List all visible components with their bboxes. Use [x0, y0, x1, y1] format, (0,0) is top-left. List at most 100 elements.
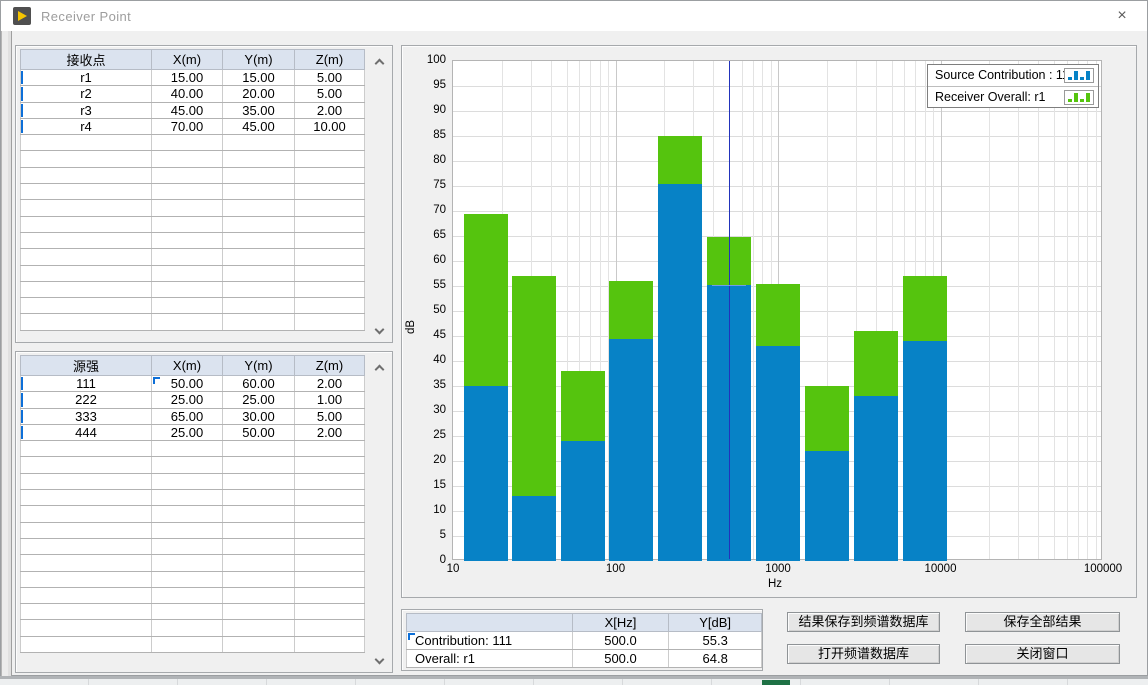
table-cell[interactable] [21, 184, 152, 200]
table-cell[interactable] [152, 571, 223, 587]
table-cell[interactable] [21, 490, 152, 506]
save-all-results-button[interactable]: 保存全部结果 [965, 612, 1120, 632]
table-cell[interactable] [21, 555, 152, 571]
table-cell[interactable] [21, 571, 152, 587]
table-cell[interactable] [21, 216, 152, 232]
table-cell[interactable] [295, 457, 365, 473]
table-cell[interactable]: 20.00 [223, 86, 295, 102]
table-cell[interactable] [152, 249, 223, 265]
table-cell[interactable] [21, 232, 152, 248]
table-cell[interactable]: 5.00 [295, 86, 365, 102]
table-cell[interactable] [223, 184, 295, 200]
table-cell[interactable] [295, 571, 365, 587]
table-cell[interactable] [295, 490, 365, 506]
table-cell[interactable]: 45.00 [152, 102, 223, 118]
table-cell[interactable] [152, 490, 223, 506]
table-cell[interactable]: 55.3 [669, 632, 762, 650]
table-cell[interactable] [21, 587, 152, 603]
table-cell[interactable] [223, 457, 295, 473]
scroll-up-icon[interactable] [372, 360, 388, 376]
table-cell[interactable] [295, 184, 365, 200]
table-cell[interactable] [295, 555, 365, 571]
table-cell[interactable]: Overall: r1 [407, 650, 573, 668]
table-cell[interactable] [295, 167, 365, 183]
table-cell[interactable] [295, 265, 365, 281]
table-cell[interactable] [223, 571, 295, 587]
table-cell[interactable] [295, 298, 365, 314]
chart-plot-area[interactable]: 0510152025303540455055606570758085909510… [452, 60, 1102, 560]
table-cell[interactable]: 500.0 [572, 632, 669, 650]
table-cell[interactable] [152, 457, 223, 473]
table-cell[interactable] [223, 620, 295, 636]
table-cell[interactable] [152, 281, 223, 297]
table-cell[interactable] [152, 314, 223, 330]
table-cell[interactable]: 15.00 [152, 70, 223, 86]
table-cell[interactable] [21, 314, 152, 330]
table-cell[interactable] [21, 457, 152, 473]
table-cell[interactable]: 2.00 [295, 424, 365, 440]
scroll-down-icon[interactable] [372, 324, 388, 340]
save-to-spectrum-db-button[interactable]: 结果保存到频谱数据库 [787, 612, 940, 632]
table-cell[interactable]: 5.00 [295, 70, 365, 86]
table-cell[interactable] [223, 441, 295, 457]
table-cell[interactable] [152, 473, 223, 489]
table-cell[interactable] [223, 587, 295, 603]
table-cell[interactable]: 500.0 [572, 650, 669, 668]
legend-entry-contribution[interactable]: Source Contribution : 111 [928, 65, 1098, 86]
scroll-down-icon[interactable] [372, 654, 388, 670]
table-cell[interactable] [223, 216, 295, 232]
close-window-button[interactable]: 关闭窗口 [965, 644, 1120, 664]
table-cell[interactable] [295, 151, 365, 167]
table-cell[interactable] [152, 538, 223, 554]
table-cell[interactable] [295, 538, 365, 554]
scroll-up-icon[interactable] [372, 54, 388, 70]
table-cell[interactable] [223, 232, 295, 248]
table-cell[interactable] [295, 281, 365, 297]
table-cell[interactable] [295, 249, 365, 265]
table-cell[interactable] [21, 200, 152, 216]
table-cell[interactable]: 45.00 [223, 118, 295, 134]
table-cell[interactable] [21, 167, 152, 183]
table-cell[interactable] [152, 620, 223, 636]
table-cell[interactable] [295, 604, 365, 620]
table-cell[interactable]: 64.8 [669, 650, 762, 668]
table-cell[interactable]: r4 [21, 118, 152, 134]
table-cell[interactable]: 40.00 [152, 86, 223, 102]
table-cell[interactable] [152, 265, 223, 281]
table-cell[interactable] [152, 441, 223, 457]
table-cell[interactable] [152, 200, 223, 216]
table-cell[interactable] [152, 555, 223, 571]
table-cell[interactable]: 25.00 [223, 392, 295, 408]
table-cell[interactable] [295, 587, 365, 603]
chart-legend[interactable]: Source Contribution : 111 Receiver Overa… [927, 64, 1099, 108]
table-cell[interactable] [295, 636, 365, 652]
table-cell[interactable]: 50.00 [152, 376, 223, 392]
table-cell[interactable]: 65.00 [152, 408, 223, 424]
table-cell[interactable] [223, 298, 295, 314]
table-cell[interactable]: 10.00 [295, 118, 365, 134]
table-cell[interactable] [223, 604, 295, 620]
table-cell[interactable]: 50.00 [223, 424, 295, 440]
table-cell[interactable] [295, 314, 365, 330]
table-cell[interactable] [152, 587, 223, 603]
table-cell[interactable] [21, 538, 152, 554]
table-cell[interactable] [152, 604, 223, 620]
table-cell[interactable] [223, 281, 295, 297]
table-cell[interactable] [21, 441, 152, 457]
table-cell[interactable] [152, 151, 223, 167]
table-cell[interactable] [152, 232, 223, 248]
chart-cursor-line[interactable] [729, 61, 730, 559]
table-cell[interactable] [295, 620, 365, 636]
table-cell[interactable]: 2.00 [295, 376, 365, 392]
table-cell[interactable]: 444 [21, 424, 152, 440]
table-cell[interactable]: 60.00 [223, 376, 295, 392]
table-cell[interactable] [223, 522, 295, 538]
table-cell[interactable] [21, 604, 152, 620]
table-cell[interactable] [152, 135, 223, 151]
table-cell[interactable] [21, 298, 152, 314]
open-spectrum-db-button[interactable]: 打开频谱数据库 [787, 644, 940, 664]
table-cell[interactable] [223, 249, 295, 265]
table-cell[interactable] [295, 135, 365, 151]
table-cell[interactable] [21, 522, 152, 538]
table-cell[interactable]: 15.00 [223, 70, 295, 86]
